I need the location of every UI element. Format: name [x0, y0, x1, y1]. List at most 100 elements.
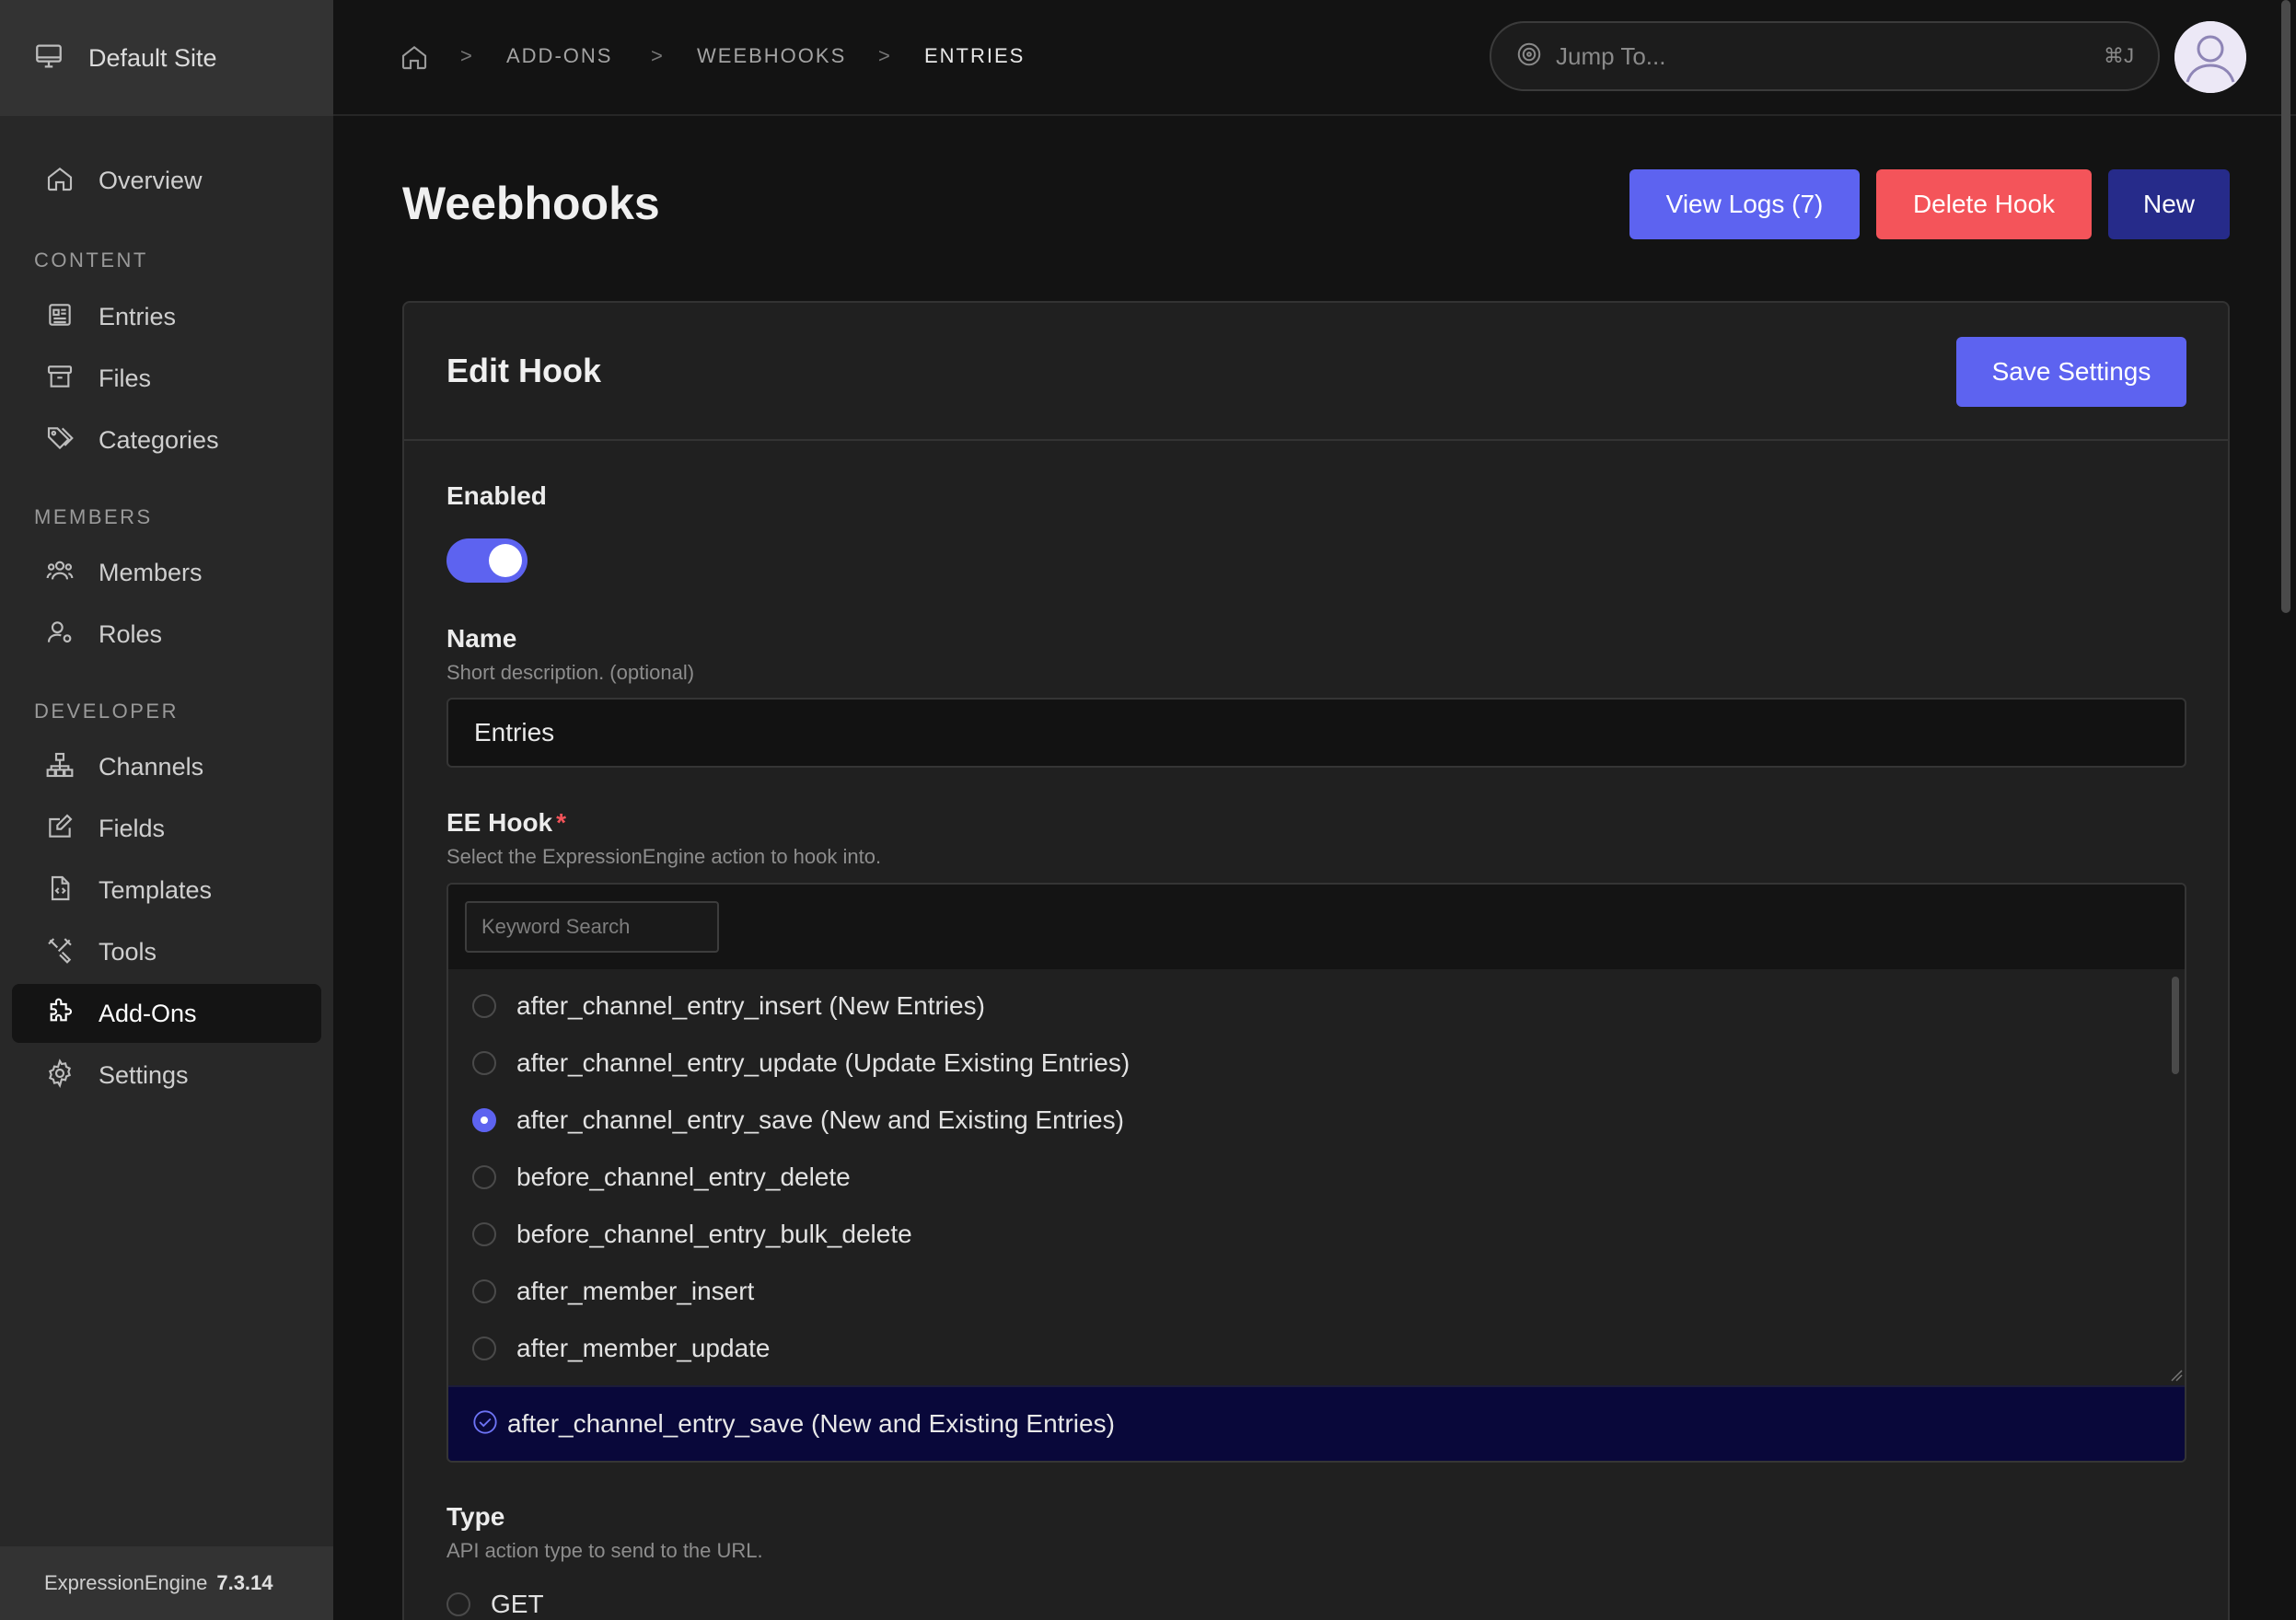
sidebar-item-members[interactable]: Members: [12, 543, 321, 602]
name-input[interactable]: Entries: [446, 698, 2186, 768]
hook-option-label: before_channel_entry_bulk_delete: [516, 1220, 912, 1248]
hook-list-scrollbar[interactable]: [2172, 977, 2179, 1074]
radio-button[interactable]: [472, 1336, 496, 1360]
gear-icon: [45, 1058, 75, 1093]
sidebar-item-label: Roles: [99, 619, 163, 648]
edit-icon: [45, 812, 75, 846]
sidebar-item-settings[interactable]: Settings: [12, 1046, 321, 1105]
sidebar-item-label: Files: [99, 364, 152, 392]
tools-icon: [45, 935, 75, 969]
breadcrumb-weebhooks[interactable]: WEEBHOOKS: [697, 44, 846, 68]
resize-handle-icon[interactable]: [2170, 1369, 2183, 1382]
breadcrumb-addons[interactable]: ADD-ONS: [506, 44, 612, 68]
hook-option[interactable]: before_channel_entry_delete: [472, 1159, 851, 1196]
archive-icon: [45, 362, 75, 396]
sidebar-item-label: Categories: [99, 425, 219, 454]
name-description: Short description. (optional): [446, 661, 695, 684]
site-switcher[interactable]: Default Site: [0, 0, 333, 116]
type-option-label: GET: [491, 1590, 544, 1618]
site-name: Default Site: [88, 43, 217, 72]
section-content-heading: CONTENT: [34, 249, 148, 272]
hook-option-selected[interactable]: after_channel_entry_save (New and Existi…: [472, 1102, 1124, 1139]
sidebar-item-files[interactable]: Files: [12, 349, 321, 408]
monitor-icon: [33, 40, 64, 76]
newspaper-icon: [45, 300, 75, 334]
avatar[interactable]: [2174, 21, 2246, 93]
ee-hook-label-text: EE Hook: [446, 808, 553, 837]
sidebar-item-fields[interactable]: Fields: [12, 799, 321, 858]
home-icon: [45, 164, 75, 198]
hook-option[interactable]: after_channel_entry_insert (New Entries): [472, 988, 985, 1024]
edit-hook-card: Edit Hook Save Settings Enabled Name Sho…: [402, 301, 2230, 1620]
hook-option-label: after_channel_entry_update (Update Exist…: [516, 1048, 1131, 1077]
sidebar-item-roles[interactable]: Roles: [12, 605, 321, 664]
radio-button-checked[interactable]: [472, 1108, 496, 1132]
page-scrollbar[interactable]: [2276, 0, 2296, 1620]
sidebar-item-addons[interactable]: Add-Ons: [12, 984, 321, 1043]
selected-hook-label: after_channel_entry_save (New and Existi…: [507, 1409, 1115, 1438]
tags-icon: [45, 423, 75, 457]
type-label: Type: [446, 1502, 505, 1531]
enabled-toggle[interactable]: [446, 538, 528, 583]
card-header: Edit Hook Save Settings: [404, 303, 2228, 441]
new-button[interactable]: New: [2108, 169, 2230, 239]
keyword-search-input[interactable]: Keyword Search: [465, 901, 719, 953]
file-code-icon: [45, 874, 75, 908]
ee-hook-label: EE Hook *: [446, 808, 566, 838]
sidebar-item-label: Entries: [99, 302, 177, 330]
user-gear-icon: [45, 618, 75, 652]
hook-option-label: after_channel_entry_save (New and Existi…: [516, 1105, 1124, 1134]
breadcrumb-separator: >: [651, 44, 663, 67]
sidebar-item-templates[interactable]: Templates: [12, 861, 321, 920]
scrollbar-thumb[interactable]: [2281, 0, 2290, 613]
hook-option-label: after_member_insert: [516, 1277, 755, 1305]
radio-button[interactable]: [472, 994, 496, 1018]
section-developer-heading: DEVELOPER: [34, 700, 179, 723]
target-icon: [1515, 40, 1543, 73]
type-option-get[interactable]: GET: [446, 1586, 544, 1620]
name-label: Name: [446, 624, 517, 653]
hook-option-label: after_channel_entry_insert (New Entries): [516, 991, 985, 1020]
breadcrumb-separator: >: [460, 44, 472, 67]
page-title: Weebhooks: [402, 178, 660, 229]
radio-button[interactable]: [472, 1222, 496, 1246]
sidebar-item-categories[interactable]: Categories: [12, 411, 321, 469]
sitemap-icon: [45, 750, 75, 784]
sidebar-item-label: Fields: [99, 814, 166, 842]
sidebar-item-label: Settings: [99, 1060, 189, 1089]
hook-option[interactable]: after_channel_entry_update (Update Exist…: [472, 1045, 1130, 1082]
topbar: > ADD-ONS > WEEBHOOKS > ENTRIES Jump To.…: [333, 0, 2296, 116]
sidebar-item-overview[interactable]: Overview: [12, 151, 321, 210]
hook-option[interactable]: after_member_insert: [472, 1273, 754, 1310]
sidebar-item-label: Templates: [99, 875, 213, 904]
jump-to-placeholder: Jump To...: [1556, 41, 1666, 70]
sidebar-item-tools[interactable]: Tools: [12, 922, 321, 981]
keyboard-shortcut: ⌘J: [2104, 44, 2134, 67]
radio-button[interactable]: [472, 1165, 496, 1189]
radio-button[interactable]: [472, 1051, 496, 1075]
card-title: Edit Hook: [446, 352, 601, 389]
breadcrumb-separator: >: [878, 44, 890, 67]
sidebar-item-channels[interactable]: Channels: [12, 737, 321, 796]
product-name: ExpressionEngine: [44, 1571, 208, 1594]
version-footer: ExpressionEngine 7.3.14: [0, 1546, 333, 1620]
hook-option[interactable]: before_channel_entry_bulk_delete: [472, 1216, 912, 1253]
save-settings-button[interactable]: Save Settings: [1956, 337, 2186, 407]
home-icon[interactable]: [400, 42, 429, 72]
sidebar-item-label: Overview: [99, 166, 203, 194]
hook-option-label: before_channel_entry_delete: [516, 1163, 851, 1191]
hook-option[interactable]: after_member_update: [472, 1330, 771, 1367]
ee-hook-description: Select the ExpressionEngine action to ho…: [446, 845, 882, 868]
radio-button[interactable]: [446, 1592, 470, 1616]
delete-hook-button[interactable]: Delete Hook: [1876, 169, 2092, 239]
jump-to-search[interactable]: Jump To... ⌘J: [1490, 21, 2160, 91]
check-circle-icon: [472, 1409, 498, 1440]
puzzle-icon: [45, 997, 75, 1031]
view-logs-button[interactable]: View Logs (7): [1629, 169, 1860, 239]
product-version: 7.3.14: [216, 1571, 273, 1594]
radio-button[interactable]: [472, 1279, 496, 1303]
users-icon: [45, 556, 75, 590]
breadcrumb-entries: ENTRIES: [924, 44, 1026, 67]
type-description: API action type to send to the URL.: [446, 1539, 763, 1562]
sidebar-item-entries[interactable]: Entries: [12, 287, 321, 346]
